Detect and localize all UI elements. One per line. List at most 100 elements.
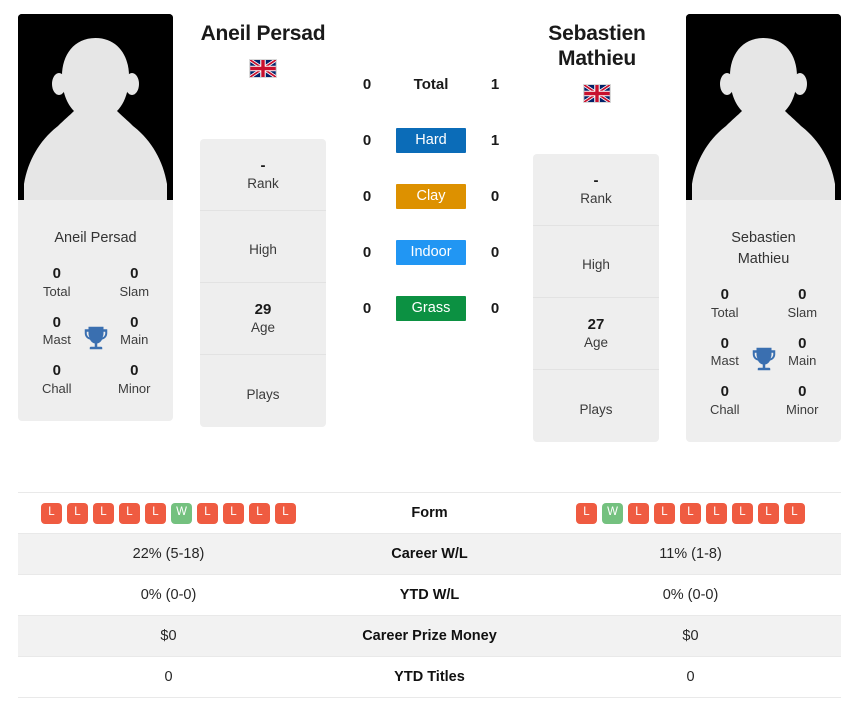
player-card-right: Sebastien Mathieu 0 Total 0 Slam 0 Mast 0 bbox=[686, 14, 841, 442]
form-badge-loss[interactable]: L bbox=[249, 502, 270, 524]
title-stat: 0 Total bbox=[686, 280, 764, 329]
title-stat-value: 0 bbox=[130, 265, 139, 283]
title-stat-label: Slam bbox=[787, 304, 818, 320]
h2h-left-score: 0 bbox=[362, 187, 372, 205]
h2h-row-hard: 0 Hard 1 bbox=[348, 112, 514, 168]
player-card-name-left: Aneil Persad bbox=[54, 230, 137, 246]
title-stat: 0 Slam bbox=[96, 259, 174, 308]
h2h-row-clay: 0 Clay 0 bbox=[348, 168, 514, 224]
info-label: High bbox=[249, 242, 277, 258]
h2h-row-total: 0 Total 1 bbox=[348, 56, 514, 112]
title-stat-value: 0 bbox=[720, 286, 729, 304]
title-stat-label: Total bbox=[711, 304, 739, 320]
surface-badge-clay[interactable]: Clay bbox=[396, 183, 466, 209]
surface-badge-hard[interactable]: Hard bbox=[396, 127, 466, 153]
titles-grid-right: 0 Total 0 Slam 0 Mast 0 Main 0 Chall 0 M… bbox=[686, 276, 841, 442]
title-stat: 0 Chall bbox=[686, 377, 764, 426]
title-stat: 0 Minor bbox=[96, 356, 174, 405]
form-cell-right: LWLLLLLLL bbox=[540, 493, 841, 534]
info-value: 27 bbox=[587, 315, 605, 333]
info-row-high: High bbox=[533, 226, 659, 298]
form-badge-loss[interactable]: L bbox=[680, 502, 701, 524]
career-prize-money-right: $0 bbox=[682, 628, 699, 644]
form-badge-loss[interactable]: L bbox=[41, 502, 62, 524]
info-label: Age bbox=[250, 320, 276, 336]
row-label-ytd-titles: YTD Titles bbox=[394, 669, 465, 685]
surface-badge-grass[interactable]: Grass bbox=[396, 295, 466, 321]
form-badge-loss[interactable]: L bbox=[628, 502, 649, 524]
title-stat-value: 0 bbox=[798, 383, 807, 401]
form-badge-loss[interactable]: L bbox=[145, 502, 166, 524]
title-stat-label: Slam bbox=[119, 283, 150, 299]
info-label: Rank bbox=[580, 191, 612, 207]
info-label: Plays bbox=[579, 401, 613, 417]
ytd-titles-left: 0 bbox=[164, 669, 173, 685]
surface-badge-indoor[interactable]: Indoor bbox=[396, 239, 466, 265]
career-wl-left: 22% (5-18) bbox=[132, 546, 205, 562]
form-badge-loss[interactable]: L bbox=[576, 502, 597, 524]
trophy-icon bbox=[81, 323, 111, 353]
row-label-form: Form bbox=[411, 505, 448, 521]
form-badge-loss[interactable]: L bbox=[275, 502, 296, 524]
player-card-name-right: Sebastien Mathieu bbox=[686, 214, 841, 276]
h2h-left-score: 0 bbox=[362, 299, 372, 317]
table-row-career-wl: 22% (5-18) Career W/L 11% (1-8) bbox=[18, 533, 841, 575]
info-row-plays: Plays bbox=[200, 355, 326, 427]
title-stat-label: Minor bbox=[785, 402, 819, 418]
info-row-age: 29 Age bbox=[200, 283, 326, 355]
title-stat-value: 0 bbox=[52, 265, 61, 283]
title-stat-label: Chall bbox=[709, 402, 740, 418]
info-row-age: 27 Age bbox=[533, 298, 659, 370]
career-prize-money-left: $0 bbox=[160, 628, 177, 644]
info-row-rank: - Rank bbox=[200, 139, 326, 211]
table-row-ytd-titles: 0 YTD Titles 0 bbox=[18, 656, 841, 698]
form-badge-win[interactable]: W bbox=[171, 502, 192, 524]
info-label: Age bbox=[583, 335, 609, 351]
h2h-right-score: 0 bbox=[490, 299, 500, 317]
player-avatar-left bbox=[18, 14, 173, 214]
h2h-left-score: 0 bbox=[362, 243, 372, 261]
player-name-right[interactable]: Sebastien Mathieu bbox=[512, 22, 682, 72]
info-label: High bbox=[582, 257, 610, 273]
title-stat-label: Chall bbox=[41, 381, 72, 397]
form-badge-loss[interactable]: L bbox=[784, 502, 805, 524]
form-badge-loss[interactable]: L bbox=[732, 502, 753, 524]
form-badge-loss[interactable]: L bbox=[67, 502, 88, 524]
form-badge-loss[interactable]: L bbox=[706, 502, 727, 524]
ytd-wl-right: 0% (0-0) bbox=[662, 587, 719, 603]
form-badge-win[interactable]: W bbox=[602, 502, 623, 524]
form-badge-loss[interactable]: L bbox=[654, 502, 675, 524]
form-strip-left: LLLLLWLLLL bbox=[22, 502, 315, 524]
h2h-row-grass: 0 Grass 0 bbox=[348, 280, 514, 336]
form-badge-loss[interactable]: L bbox=[93, 502, 114, 524]
title-stat-label: Minor bbox=[117, 381, 151, 397]
table-row-ytd-wl: 0% (0-0) YTD W/L 0% (0-0) bbox=[18, 574, 841, 616]
career-wl-right: 11% (1-8) bbox=[659, 546, 722, 562]
h2h-left-score: 0 bbox=[362, 75, 372, 93]
united-kingdom-flag-icon bbox=[249, 58, 277, 78]
title-stat: 0 Minor bbox=[764, 377, 842, 426]
form-badge-loss[interactable]: L bbox=[758, 502, 779, 524]
titles-grid-left: 0 Total 0 Slam 0 Mast 0 Main 0 Chall 0 M… bbox=[18, 255, 173, 421]
info-value: - bbox=[593, 171, 599, 189]
title-stat-label: Total bbox=[43, 283, 71, 299]
title-stat: 0 Slam bbox=[764, 280, 842, 329]
united-kingdom-flag-icon bbox=[583, 83, 611, 103]
h2h-row-indoor: 0 Indoor 0 bbox=[348, 224, 514, 280]
h2h-right-score: 0 bbox=[490, 187, 500, 205]
title-stat-value: 0 bbox=[720, 383, 729, 401]
player-name-left[interactable]: Aneil Persad bbox=[178, 22, 348, 47]
form-badge-loss[interactable]: L bbox=[119, 502, 140, 524]
form-cell-left: LLLLLWLLLL bbox=[18, 493, 319, 534]
ytd-titles-right: 0 bbox=[686, 669, 695, 685]
form-badge-loss[interactable]: L bbox=[197, 502, 218, 524]
title-stat: 0 Chall bbox=[18, 356, 96, 405]
head-to-head-surfaces: 0 Total 1 0 Hard 1 0 Clay 0 0 Indoor 0 0… bbox=[348, 56, 514, 336]
table-row-career-prize-money: $0 Career Prize Money $0 bbox=[18, 615, 841, 657]
info-value: - bbox=[260, 156, 266, 174]
form-badge-loss[interactable]: L bbox=[223, 502, 244, 524]
row-label-career-prize-money: Career Prize Money bbox=[362, 628, 497, 644]
player-card-name-right-line1: Sebastien bbox=[731, 230, 796, 246]
row-label-career-wl: Career W/L bbox=[391, 546, 468, 562]
trophy-icon bbox=[749, 344, 779, 374]
